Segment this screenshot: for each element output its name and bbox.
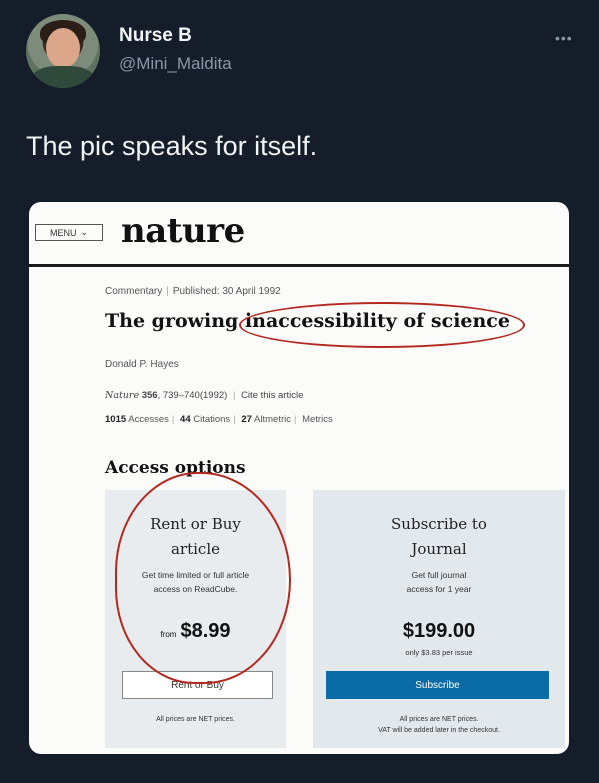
chevron-down-icon: ⌄ — [80, 227, 89, 237]
article-type: Commentary — [105, 286, 163, 297]
tweet-text: The pic speaks for itself. — [26, 131, 318, 161]
metrics-link: Metrics — [302, 414, 333, 425]
altmetric-count: 27 — [241, 414, 252, 425]
article-metrics: 1015 Accesses | 44 Citations | 27 Altmetri… — [105, 414, 333, 425]
per-issue-price: only $3.83 per issue — [405, 648, 473, 657]
altmetric-label: Altmetric — [254, 414, 291, 425]
publish-date: Published: 30 April 1992 — [172, 286, 281, 297]
accesses-count: 1015 — [105, 414, 127, 425]
accesses-label: Accesses — [128, 414, 169, 425]
header-divider — [29, 264, 569, 267]
cite-link: Cite this article — [241, 390, 304, 401]
vat-note: VAT will be added later in the checkout. — [378, 727, 500, 734]
subscribe-button: Subscribe — [326, 671, 549, 699]
subscribe-title-line1: Subscribe to — [391, 515, 487, 533]
attached-image[interactable]: MENU ⌄ nature Commentary | Published: 30 A… — [29, 202, 569, 754]
more-options-icon[interactable]: ••• — [555, 30, 573, 46]
citation-line: Nature 356, 739–740(1992) | Cite this ar… — [105, 390, 304, 401]
nature-logo: nature — [121, 211, 245, 251]
article-author: Donald P. Hayes — [105, 359, 179, 370]
citations-count: 44 — [180, 414, 191, 425]
subscribe-option-panel: Subscribe to Journal Get full journal ac… — [313, 490, 565, 748]
avatar-face — [46, 28, 80, 68]
red-annotation-circle-price — [115, 472, 291, 684]
subscribe-price: $199.00 — [402, 620, 476, 642]
menu-label: MENU — [49, 227, 77, 238]
avatar[interactable] — [26, 14, 100, 88]
display-name[interactable]: Nurse B — [119, 25, 192, 47]
rent-net-note: All prices are NET prices. — [156, 716, 235, 723]
subscribe-desc-line1: Get full journal — [411, 570, 467, 580]
subscribe-desc-line2: access for 1 year — [406, 584, 472, 594]
avatar-shirt — [32, 66, 94, 88]
citations-label: Citations — [193, 414, 231, 425]
article-meta: Commentary | Published: 30 April 1992 — [105, 286, 281, 297]
volume: 356 — [141, 390, 158, 401]
subscribe-title-line2: Journal — [411, 540, 467, 558]
red-annotation-circle — [239, 302, 525, 348]
menu-button: MENU ⌄ — [35, 224, 103, 241]
journal-name: Nature — [105, 390, 140, 401]
subscribe-net-note: All prices are NET prices. — [399, 716, 479, 723]
user-handle[interactable]: @Mini_Maldita — [119, 54, 232, 74]
pages: 739–740(1992) — [162, 390, 228, 401]
